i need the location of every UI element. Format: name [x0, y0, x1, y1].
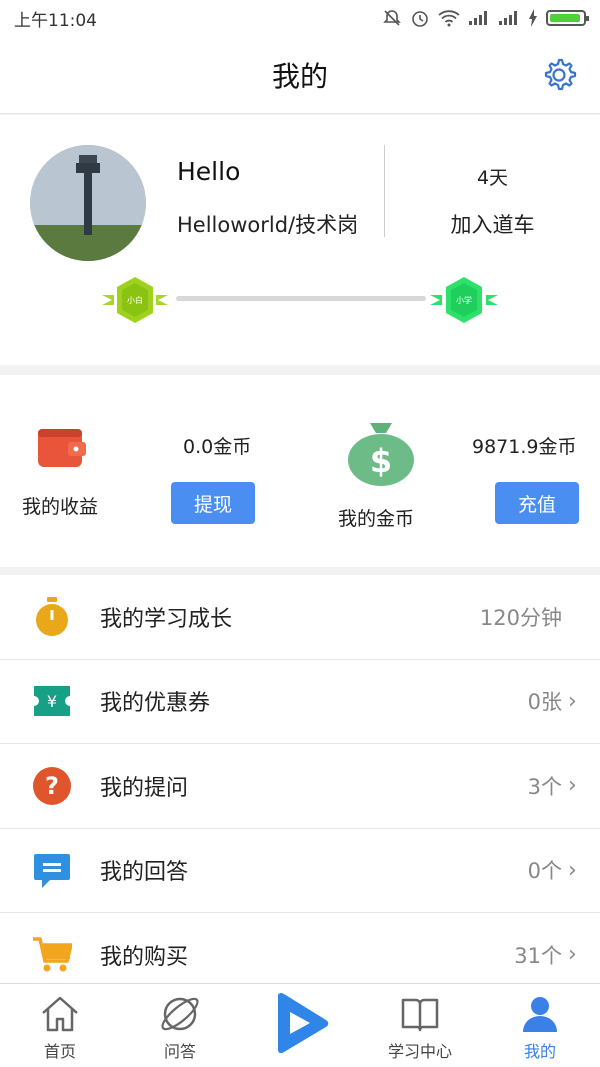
coupon-icon: ¥ — [32, 681, 72, 721]
battery-icon — [546, 10, 589, 26]
mute-icon — [383, 10, 401, 26]
chevron-right-icon: › — [568, 688, 577, 714]
svg-text:¥: ¥ — [47, 692, 57, 711]
level-right-text: 小学 — [456, 295, 472, 305]
menu-item-value: 120分钟 — [479, 605, 562, 630]
signal-icon — [469, 11, 487, 25]
tab-bar: 首页 问答 学习中心 我的 — [0, 983, 600, 1067]
signal-icon-2 — [499, 11, 517, 25]
question-icon: ? — [32, 766, 72, 806]
header: 我的 — [0, 36, 600, 114]
book-icon — [401, 998, 439, 1032]
level-left-text: 小白 — [127, 295, 143, 305]
level-progress-track — [176, 296, 426, 301]
tab-learning-center[interactable]: 学习中心 — [360, 984, 480, 1067]
menu-item-value: 3个 — [527, 774, 562, 799]
status-bar: 上午11:04 — [0, 0, 600, 36]
next-level-badge-icon: 小学 — [430, 277, 498, 323]
chevron-right-icon: › — [568, 773, 577, 799]
tab-qa[interactable]: 问答 — [120, 984, 240, 1067]
coins-label: 我的金币 — [338, 508, 415, 530]
wallet-card: 我的收益 0.0金币 提现 $ 我的金币 9871.9金币 充值 — [0, 375, 600, 567]
menu-item-label: 我的回答 — [100, 860, 189, 886]
menu-item-value: 0张 — [527, 690, 562, 715]
recharge-button[interactable]: 充值 — [495, 482, 579, 524]
tab-label: 首页 — [43, 1042, 76, 1061]
tab-home[interactable]: 首页 — [0, 984, 120, 1067]
svg-text:?: ? — [45, 772, 59, 800]
stopwatch-icon — [32, 596, 72, 637]
level-badge-icon: 小白 — [102, 277, 168, 323]
menu-item-answers[interactable]: 我的回答 0个 › — [0, 828, 600, 913]
menu-item-label: 我的学习成长 — [100, 606, 233, 632]
tab-label: 学习中心 — [387, 1042, 452, 1061]
chevron-right-icon: › — [568, 857, 577, 883]
menu-item-questions[interactable]: ? 我的提问 3个 › — [0, 744, 600, 829]
money-bag-icon: $ — [348, 423, 414, 486]
income-value: 0.0金币 — [183, 436, 252, 458]
withdraw-button[interactable]: 提现 — [171, 482, 255, 524]
person-icon — [523, 997, 557, 1032]
tab-mine[interactable]: 我的 — [480, 984, 600, 1067]
planet-icon — [161, 997, 199, 1031]
coins-value: 9871.9金币 — [472, 436, 577, 458]
chat-icon — [32, 850, 72, 890]
tab-play[interactable] — [240, 984, 360, 1067]
avatar[interactable] — [30, 145, 146, 261]
menu-item-value: 31个 — [514, 943, 562, 968]
menu-item-label: 我的购买 — [100, 944, 189, 970]
svg-text:$: $ — [370, 442, 392, 480]
profile-card: Hello Helloworld/技术岗 4天 加入道车 小白 小学 — [0, 115, 600, 365]
menu-item-learning-growth[interactable]: 我的学习成长 120分钟 — [0, 575, 600, 660]
charging-icon — [529, 9, 537, 27]
join-days: 4天 — [476, 167, 509, 189]
page-title: 我的 — [271, 59, 328, 93]
status-time: 上午11:04 — [14, 10, 97, 31]
menu-item-label: 我的优惠券 — [100, 691, 211, 717]
menu-list: 我的学习成长 120分钟 ¥ 我的优惠券 0张 › ? 我的提问 3个 › 我的… — [0, 575, 600, 998]
menu-item-value: 0个 — [527, 859, 562, 884]
tab-label: 问答 — [163, 1042, 196, 1061]
chevron-right-icon: › — [568, 942, 577, 968]
user-name: Hello — [177, 157, 241, 186]
income-label: 我的收益 — [22, 496, 99, 518]
join-label: 加入道车 — [450, 213, 535, 237]
menu-item-label: 我的提问 — [100, 775, 189, 801]
avatar-image — [30, 145, 146, 261]
menu-item-coupons[interactable]: ¥ 我的优惠券 0张 › — [0, 659, 600, 744]
cart-icon — [32, 935, 72, 975]
gear-icon[interactable] — [540, 56, 578, 94]
status-icons — [382, 8, 589, 28]
alarm-icon — [412, 11, 428, 27]
home-icon — [42, 996, 78, 1032]
play-icon — [278, 992, 329, 1054]
user-role: Helloworld/技术岗 — [177, 213, 359, 237]
wallet-icon — [38, 429, 86, 467]
tab-label: 我的 — [523, 1042, 556, 1061]
wifi-icon — [438, 10, 460, 27]
